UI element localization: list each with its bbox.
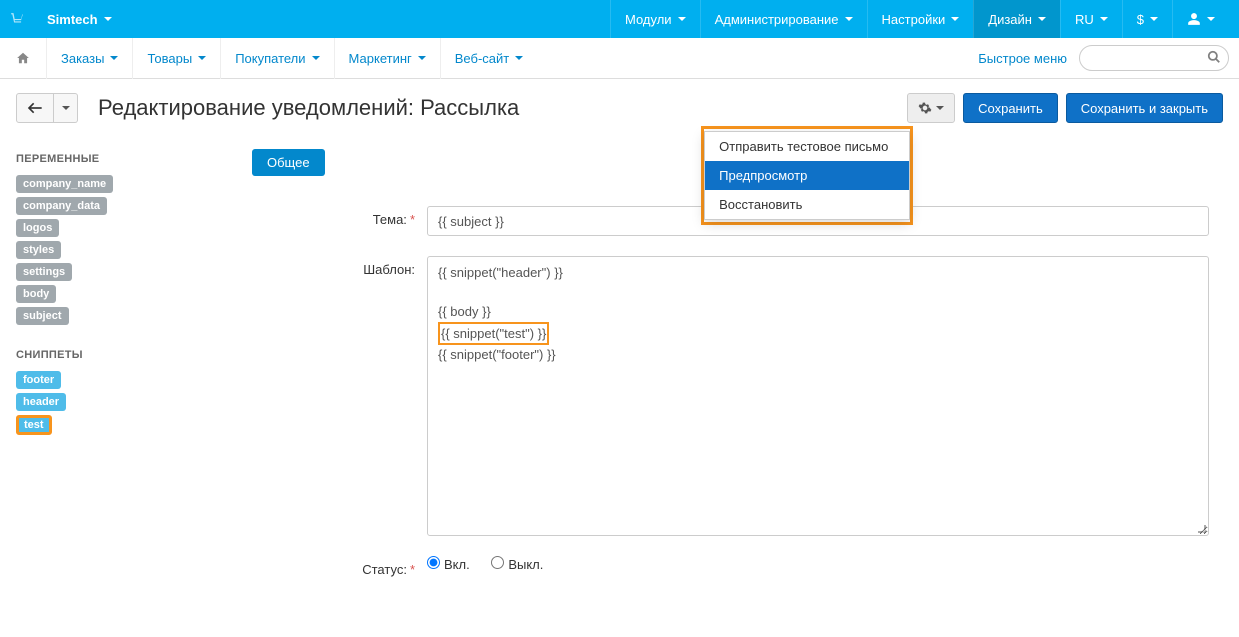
- subnav-customers[interactable]: Покупатели: [220, 38, 333, 79]
- highlighted-snippet-text: {{ snippet("test") }}: [438, 322, 549, 346]
- dropdown-item-restore[interactable]: Восстановить: [705, 190, 909, 219]
- home-icon[interactable]: [10, 51, 36, 65]
- template-textarea[interactable]: {{ snippet("header") }} {{ body }} {{ sn…: [427, 256, 1209, 536]
- status-on-label[interactable]: Вкл.: [427, 557, 470, 572]
- snippet-footer[interactable]: footer: [16, 371, 61, 389]
- topnav-administration[interactable]: Администрирование: [700, 0, 867, 38]
- caret-down-icon: [1100, 17, 1108, 21]
- gear-dropdown-menu: Отправить тестовое письмо Предпросмотр В…: [704, 131, 910, 220]
- status-off-label[interactable]: Выкл.: [491, 557, 543, 572]
- caret-down-icon: [515, 56, 523, 60]
- required-marker: *: [410, 212, 415, 227]
- subject-label: Тема:: [373, 212, 407, 227]
- user-icon: [1187, 12, 1201, 26]
- topnav-design[interactable]: Дизайн: [973, 0, 1060, 38]
- resize-handle-icon[interactable]: [1196, 523, 1208, 535]
- back-button[interactable]: [16, 93, 54, 123]
- snippet-header[interactable]: header: [16, 393, 66, 411]
- save-close-button[interactable]: Сохранить и закрыть: [1066, 93, 1223, 123]
- template-line: {{ snippet("header") }}: [438, 263, 1198, 283]
- caret-down-icon: [845, 17, 853, 21]
- sidebar-vars-title: ПЕРЕМЕННЫЕ: [16, 153, 224, 165]
- back-dropdown[interactable]: [54, 93, 78, 123]
- caret-down-icon: [312, 56, 320, 60]
- caret-down-icon: [1038, 17, 1046, 21]
- save-button[interactable]: Сохранить: [963, 93, 1058, 123]
- dropdown-item-send-test[interactable]: Отправить тестовое письмо: [705, 132, 909, 161]
- var-subject[interactable]: subject: [16, 307, 69, 325]
- caret-down-icon: [110, 56, 118, 60]
- topnav-language[interactable]: RU: [1060, 0, 1122, 38]
- required-marker: *: [410, 562, 415, 577]
- template-line: {{ body }}: [438, 302, 1198, 322]
- subnav-website[interactable]: Веб-сайт: [440, 38, 537, 79]
- caret-down-icon: [198, 56, 206, 60]
- status-label: Статус:: [362, 562, 407, 577]
- caret-down-icon: [936, 106, 944, 110]
- caret-down-icon: [62, 106, 70, 110]
- var-settings[interactable]: settings: [16, 263, 72, 281]
- template-line: {{ snippet("footer") }}: [438, 345, 1198, 365]
- arrow-left-icon: [27, 102, 43, 114]
- var-logos[interactable]: logos: [16, 219, 59, 237]
- caret-down-icon: [104, 17, 112, 21]
- dropdown-item-preview[interactable]: Предпросмотр: [705, 161, 909, 190]
- gear-dropdown-button[interactable]: [907, 93, 955, 123]
- var-company-name[interactable]: company_name: [16, 175, 113, 193]
- subnav-marketing[interactable]: Маркетинг: [334, 38, 440, 79]
- sidebar-snippets-title: СНИППЕТЫ: [16, 349, 224, 361]
- caret-down-icon: [418, 56, 426, 60]
- template-line: [438, 283, 1198, 303]
- status-on-radio[interactable]: [427, 556, 440, 569]
- quick-menu-link[interactable]: Быстрое меню: [978, 51, 1067, 66]
- var-company-data[interactable]: company_data: [16, 197, 107, 215]
- template-label: Шаблон:: [363, 262, 415, 277]
- cart-icon[interactable]: [10, 12, 24, 26]
- topnav-settings[interactable]: Настройки: [867, 0, 974, 38]
- search-icon[interactable]: [1207, 50, 1221, 64]
- subnav-products[interactable]: Товары: [132, 38, 220, 79]
- gear-icon: [918, 101, 932, 115]
- status-off-radio[interactable]: [491, 556, 504, 569]
- var-body[interactable]: body: [16, 285, 56, 303]
- template-line: {{ snippet("test") }}: [438, 322, 1198, 346]
- topnav-modules[interactable]: Модули: [610, 0, 700, 38]
- caret-down-icon: [951, 17, 959, 21]
- var-styles[interactable]: styles: [16, 241, 61, 259]
- caret-down-icon: [1150, 17, 1158, 21]
- page-title: Редактирование уведомлений: Рассылка: [98, 95, 907, 121]
- subnav-orders[interactable]: Заказы: [46, 38, 132, 79]
- snippet-test[interactable]: test: [16, 415, 52, 435]
- topnav-currency[interactable]: $: [1122, 0, 1172, 38]
- tab-general[interactable]: Общее: [252, 149, 325, 176]
- caret-down-icon: [1207, 17, 1215, 21]
- brand-label: Simtech: [47, 12, 98, 27]
- brand-dropdown[interactable]: Simtech: [39, 0, 120, 38]
- topnav-user[interactable]: [1172, 0, 1229, 38]
- caret-down-icon: [678, 17, 686, 21]
